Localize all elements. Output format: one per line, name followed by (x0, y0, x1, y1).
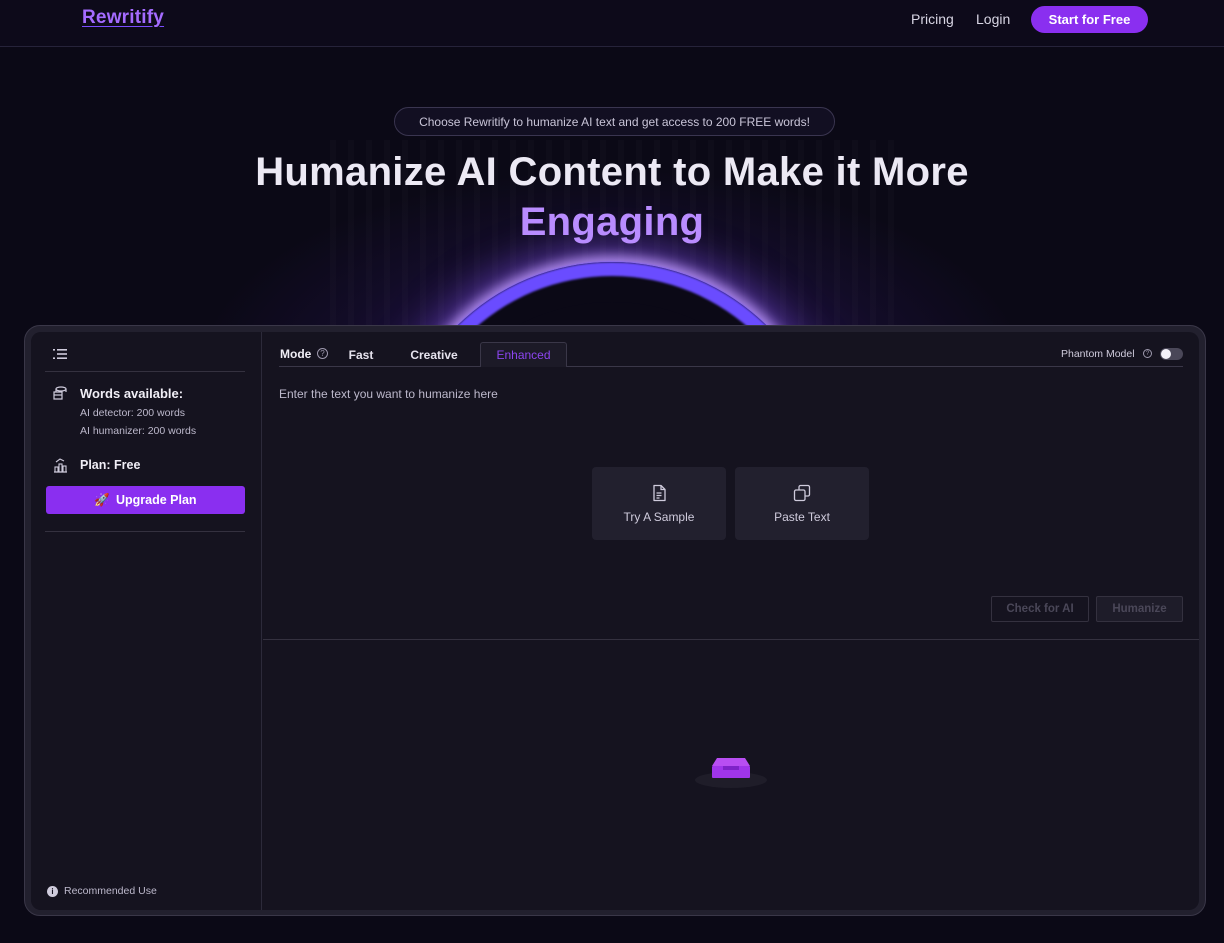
copy-icon (793, 484, 811, 501)
coins-icon (53, 386, 67, 400)
nav-pricing-link[interactable]: Pricing (911, 11, 954, 27)
hero-title: Humanize AI Content to Make it More (255, 150, 969, 194)
hero-title-accent: Engaging (519, 200, 705, 244)
sidebar-divider (45, 371, 245, 372)
check-for-ai-button[interactable]: Check for AI (991, 596, 1089, 622)
tab-creative[interactable]: Creative (403, 342, 465, 367)
help-circle-icon[interactable]: ? (317, 348, 328, 359)
upgrade-plan-label: Upgrade Plan (116, 493, 197, 507)
plan-label: Plan: Free (80, 458, 141, 472)
info-icon: i (47, 885, 58, 897)
help-circle-icon[interactable]: ? (1143, 349, 1152, 358)
try-sample-label: Try A Sample (623, 509, 695, 524)
document-icon (653, 484, 666, 501)
phantom-model-toggle[interactable] (1160, 348, 1183, 360)
recommended-use-label: Recommended Use (64, 885, 157, 897)
try-sample-button[interactable]: Try A Sample (592, 467, 726, 540)
humanize-button[interactable]: Humanize (1096, 596, 1183, 622)
plan-chart-icon (54, 458, 67, 473)
ai-detector-words: AI detector: 200 words (80, 407, 186, 419)
phantom-model-label: Phantom Model (1061, 348, 1135, 360)
toggle-knob (1161, 349, 1171, 359)
rocket-icon: 🚀 (94, 492, 110, 507)
mode-label: Mode (280, 347, 312, 361)
humanizer-app: Words available: AI detector: 200 words … (31, 332, 1199, 910)
menu-collapse-icon[interactable] (53, 348, 67, 360)
words-available-title: Words available: (80, 386, 184, 401)
sidebar: Words available: AI detector: 200 words … (31, 332, 262, 910)
ai-humanizer-words: AI humanizer: 200 words (80, 425, 197, 437)
editor-panel: Mode ? Fast Creative Enhanced Phantom Mo… (263, 332, 1199, 910)
paste-text-button[interactable]: Paste Text (735, 467, 869, 540)
paste-text-label: Paste Text (774, 509, 830, 524)
tab-enhanced[interactable]: Enhanced (480, 342, 567, 367)
top-navigation-bar: Rewritify Pricing Login Start for Free (0, 0, 1224, 47)
tab-fast[interactable]: Fast (339, 342, 383, 367)
start-for-free-button[interactable]: Start for Free (1031, 6, 1148, 33)
empty-inbox-icon (695, 758, 767, 788)
upgrade-plan-button[interactable]: 🚀 Upgrade Plan (46, 486, 245, 514)
humanize-text-input[interactable] (279, 384, 979, 404)
rewritify-logo[interactable]: Rewritify (82, 7, 164, 29)
nav-login-link[interactable]: Login (976, 11, 1010, 27)
hero-promo-badge: Choose Rewritify to humanize AI text and… (394, 107, 835, 136)
sidebar-divider (45, 531, 245, 532)
mode-bar: Mode ? Fast Creative Enhanced Phantom Mo… (279, 342, 1183, 367)
output-divider (263, 639, 1199, 640)
recommended-use-link[interactable]: i Recommended Use (47, 885, 157, 897)
